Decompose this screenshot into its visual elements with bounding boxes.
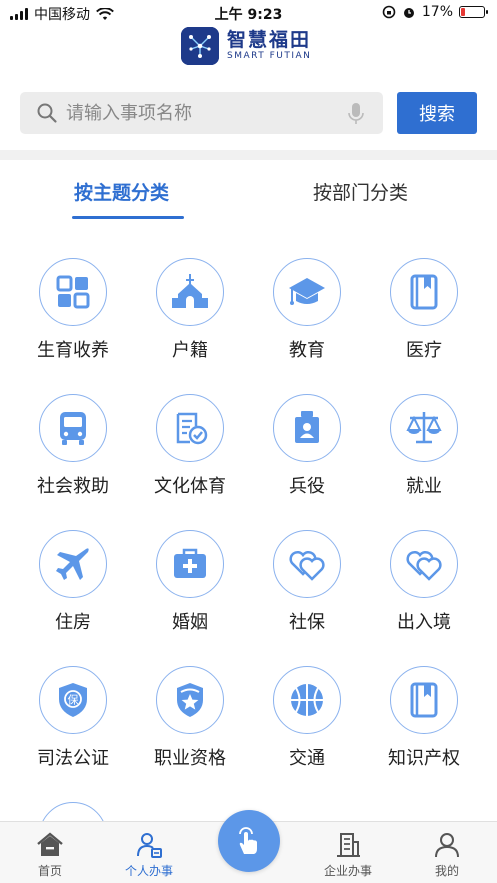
book-icon [410,274,438,310]
category-social-security[interactable]: 社保 [248,530,366,634]
search-input[interactable] [66,102,326,124]
category-label: 生育收养 [37,340,109,361]
document-check-icon [176,412,208,445]
category-entry-exit[interactable]: 出入境 [365,530,483,634]
category-transportation[interactable]: 交通 [248,666,366,770]
star-badge-icon [177,683,203,717]
category-tabs: 按主题分类 按部门分类 [0,160,497,224]
airplane-icon [56,548,89,580]
category-medical[interactable]: 医疗 [365,258,483,362]
svg-text:保: 保 [68,693,79,707]
category-label: 交通 [289,748,325,769]
category-marriage[interactable]: 婚姻 [131,530,249,634]
category-label: 文化体育 [154,476,226,497]
scale-icon [406,412,442,444]
logo-mark-icon [181,27,219,65]
grid-icon [56,275,90,309]
category-professional-qualification[interactable]: 职业资格 [131,666,249,770]
battery-icon [459,6,488,18]
category-military-service[interactable]: 兵役 [248,394,366,498]
category-household-registration[interactable]: 户籍 [131,258,249,362]
profile-icon [435,833,459,858]
status-bar: 中国移动 上午 9:23 17% [0,0,497,26]
nav-mine[interactable]: 我的 [402,830,492,879]
section-divider [0,150,497,160]
category-label: 职业资格 [154,748,226,769]
quick-action-button[interactable] [218,810,280,872]
microphone-icon[interactable] [347,102,365,126]
building-icon [337,833,360,857]
category-label: 教育 [289,340,325,361]
rotation-lock-icon [382,5,396,19]
tab-by-theme[interactable]: 按主题分类 [74,178,169,205]
category-judicial-notary[interactable]: 保 司法公证 [14,666,132,770]
id-badge-icon [295,411,319,443]
shield-bao-icon: 保 [59,683,87,717]
nav-label: 首页 [37,864,62,878]
church-icon [172,274,208,308]
nav-label: 企业办事 [323,864,372,878]
search-button[interactable]: 搜索 [397,92,477,134]
category-label: 户籍 [172,340,208,361]
category-label: 兵役 [289,476,325,497]
nav-home[interactable]: 首页 [5,830,95,879]
category-label: 知识产权 [388,748,460,769]
app-logo: 智慧福田 SMART FUTIAN [181,27,311,65]
category-culture-sports[interactable]: 文化体育 [131,394,249,498]
logo-subtitle: SMART FUTIAN [227,51,312,61]
category-label: 司法公证 [37,748,109,769]
hearts-icon [289,550,325,581]
category-label: 出入境 [397,612,451,633]
person-icon [137,833,162,858]
nav-label: 我的 [434,864,459,878]
nav-business[interactable]: 企业办事 [303,830,393,879]
search-box[interactable] [20,92,383,134]
first-aid-kit-icon [174,548,206,578]
book-icon [410,682,438,718]
category-label: 住房 [55,612,91,633]
category-label: 就业 [406,476,442,497]
alarm-icon [403,8,414,18]
category-label: 婚姻 [172,612,208,633]
category-label: 社会救助 [37,476,109,497]
category-intellectual-property[interactable]: 知识产权 [365,666,483,770]
category-social-assistance[interactable]: 社会救助 [14,394,132,498]
nav-personal[interactable]: 个人办事 [104,830,194,879]
category-label: 社保 [289,612,325,633]
category-housing[interactable]: 住房 [14,530,132,634]
bus-icon [60,412,86,445]
logo-title: 智慧福田 [227,29,312,51]
touch-hand-icon [239,827,257,854]
active-tab-indicator [72,216,184,219]
battery-percent: 17% [421,4,453,20]
hearts-icon [406,550,442,581]
nav-label: 个人办事 [124,864,173,878]
tab-by-department[interactable]: 按部门分类 [313,178,408,205]
home-icon [37,832,63,856]
graduation-cap-icon [289,278,325,305]
category-employment[interactable]: 就业 [365,394,483,498]
basketball-icon [291,684,323,716]
category-label: 医疗 [406,340,442,361]
category-childbirth-adoption[interactable]: 生育收养 [14,258,132,362]
category-education[interactable]: 教育 [248,258,366,362]
search-icon [37,103,57,123]
search-bar: 搜索 [20,92,477,134]
